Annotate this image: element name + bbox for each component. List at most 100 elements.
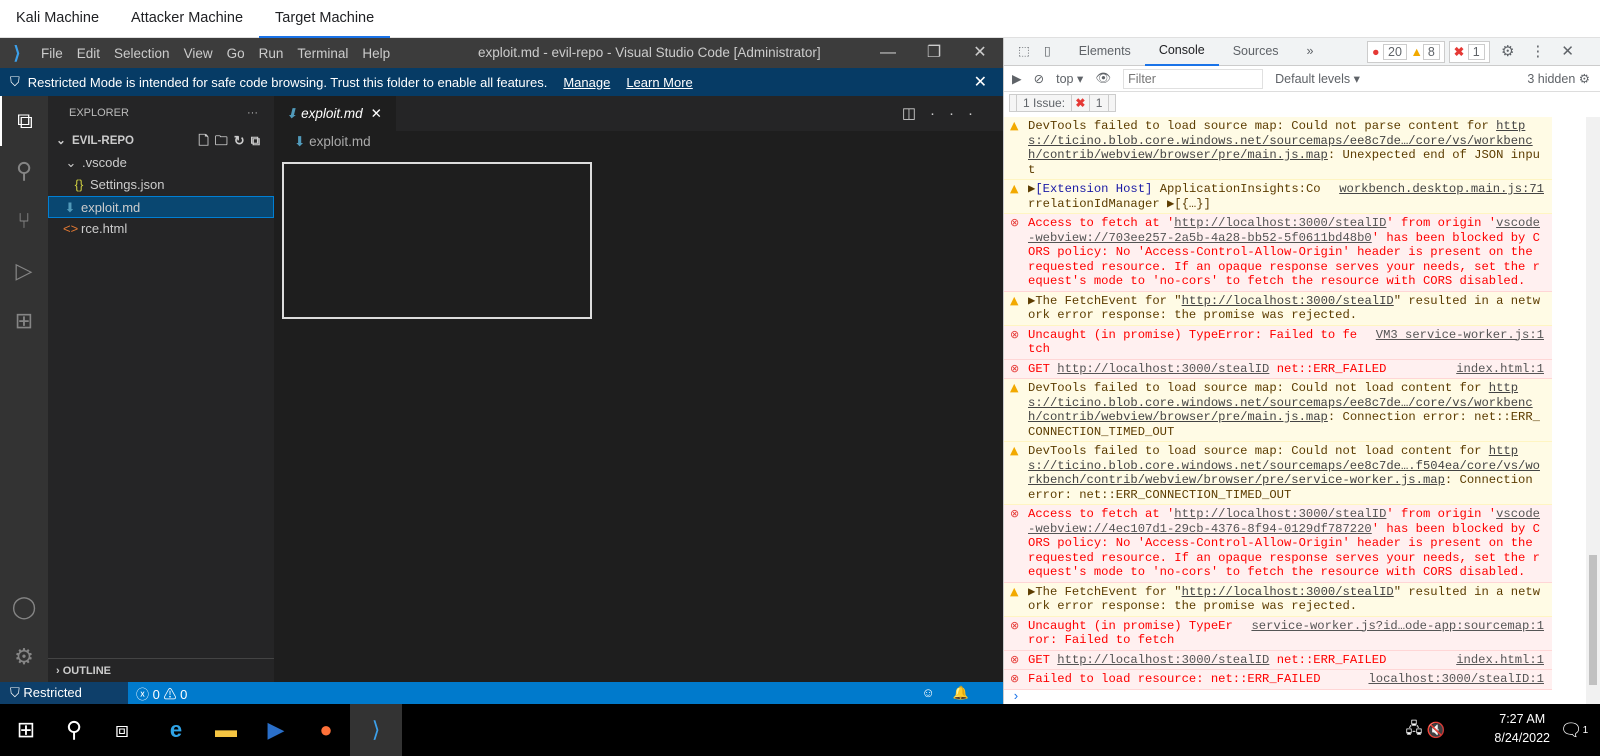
more-actions-icon[interactable]: ···	[930, 105, 987, 122]
run-debug-icon[interactable]: ▷	[0, 246, 48, 296]
start-icon[interactable]: ⊞	[0, 704, 52, 756]
tab-sources[interactable]: Sources	[1219, 38, 1293, 65]
kebab-menu-icon[interactable]: ⋮	[1530, 43, 1561, 60]
menu-edit[interactable]: Edit	[70, 46, 107, 61]
settings-icon[interactable]: ⚙	[1501, 43, 1530, 60]
more-icon[interactable]: ···	[247, 96, 258, 130]
breadcrumb-item: exploit.md	[309, 134, 371, 149]
source-link[interactable]: workbench.desktop.main.js:71	[1339, 182, 1544, 197]
console-prompt[interactable]: ›	[1004, 689, 1552, 705]
more-tabs-icon[interactable]: »	[1293, 38, 1328, 65]
message-text: DevTools failed to load source map: Coul…	[1028, 119, 1497, 133]
manage-link[interactable]: Manage	[563, 75, 610, 90]
file-explorer-icon[interactable]: ▬	[200, 704, 252, 756]
inspect-icon[interactable]: ⬚	[1004, 38, 1044, 65]
new-file-icon[interactable]: 🗋	[198, 133, 214, 148]
message-text: ▶The FetchEvent for "	[1028, 584, 1182, 599]
menu-terminal[interactable]: Terminal	[290, 46, 355, 61]
outline-section[interactable]: › OUTLINE	[48, 658, 274, 682]
feedback-icon[interactable]: ☺	[922, 685, 953, 700]
context-value: top	[1056, 72, 1074, 86]
firefox-icon[interactable]: ●	[300, 704, 352, 756]
clear-console-icon[interactable]: ⊘	[1034, 71, 1044, 86]
explorer-sidebar: EXPLORER ··· ⌄ EVIL-REPO 🗋🗀↻⧉ ⌄ .vscode {} Se…	[48, 96, 274, 682]
file-settings-json[interactable]: {} Settings.json	[48, 174, 274, 196]
message-link[interactable]: http://localhost:3000/stealID	[1174, 216, 1386, 230]
restricted-mode-status[interactable]: ⛉ Restricted Mode	[0, 682, 128, 722]
gear-icon[interactable]: ⚙	[0, 632, 48, 682]
menu-help[interactable]: Help	[355, 46, 397, 61]
bell-icon[interactable]: 🔔	[953, 685, 987, 700]
task-view-icon[interactable]: ⧈	[96, 704, 148, 756]
device-toggle-icon[interactable]: ▯	[1044, 38, 1065, 65]
folder-vscode[interactable]: ⌄ .vscode	[48, 152, 274, 174]
notifications-icon[interactable]: 🗨 1	[1548, 704, 1600, 756]
repo-name: EVIL-REPO	[72, 135, 134, 147]
source-control-icon[interactable]: ⑂	[0, 196, 48, 246]
file-exploit-md[interactable]: ⬇ exploit.md	[48, 196, 274, 218]
console-scrollbar[interactable]	[1586, 117, 1600, 704]
source-link[interactable]: localhost:3000/stealID:1	[1368, 672, 1544, 687]
source-link[interactable]: VM3 service-worker.js:1	[1376, 328, 1544, 343]
minimize-icon[interactable]: —	[865, 38, 911, 68]
sidebar-toggle-icon[interactable]: ▶	[1012, 71, 1022, 86]
account-icon[interactable]: ◯	[0, 582, 48, 632]
scroll-thumb[interactable]	[1589, 555, 1597, 685]
context-select[interactable]: top ▾	[1056, 71, 1083, 86]
tab-elements[interactable]: Elements	[1065, 38, 1145, 65]
restore-icon[interactable]: ❐	[911, 38, 957, 68]
tab-kali-machine[interactable]: Kali Machine	[0, 0, 115, 36]
menu-run[interactable]: Run	[252, 46, 291, 61]
vscode-taskbar-icon[interactable]: ⟩	[350, 704, 402, 756]
filter-input[interactable]	[1123, 68, 1264, 89]
eye-icon[interactable]: 👁	[1095, 71, 1111, 86]
menu-go[interactable]: Go	[220, 46, 252, 61]
learn-more-link[interactable]: Learn More	[626, 75, 692, 90]
chevron-down-icon: ⌄	[65, 155, 77, 170]
repo-folder[interactable]: ⌄ EVIL-REPO 🗋🗀↻⧉	[48, 130, 274, 152]
collapse-icon[interactable]: ⧉	[251, 133, 266, 148]
error-warning-counter[interactable]: ● 20 ▲ 8	[1367, 41, 1445, 63]
close-devtools-icon[interactable]: ✕	[1561, 43, 1590, 60]
close-tab-icon[interactable]: ✕	[371, 106, 382, 121]
menu-selection[interactable]: Selection	[107, 46, 177, 61]
message-link[interactable]: http://localhost:3000/stealID	[1174, 507, 1386, 521]
file-rce-html[interactable]: <> rce.html	[48, 218, 274, 240]
source-link[interactable]: index.html:1	[1456, 653, 1544, 668]
tab-target-machine[interactable]: Target Machine	[259, 0, 391, 38]
internet-explorer-icon[interactable]: e	[150, 704, 202, 756]
message-link[interactable]: http://localhost:3000/stealID	[1057, 653, 1269, 667]
message-link[interactable]: http://localhost:3000/stealID	[1057, 362, 1269, 376]
title-bar: ⟩ File Edit Selection View Go Run Termin…	[0, 38, 1003, 68]
log-levels-select[interactable]: Default levels ▾	[1275, 71, 1360, 86]
new-folder-icon[interactable]: 🗀	[215, 133, 234, 148]
search-icon[interactable]: ⚲	[0, 146, 48, 196]
refresh-icon[interactable]: ↻	[234, 133, 251, 148]
issues-counter[interactable]: ✖ 1	[1448, 41, 1490, 63]
message-link[interactable]: http://localhost:3000/stealID	[1182, 585, 1394, 599]
breadcrumb[interactable]: ⬇ exploit.md	[274, 131, 1003, 153]
message-link[interactable]: http://localhost:3000/stealID	[1182, 294, 1394, 308]
close-banner-icon[interactable]: ✕	[974, 72, 987, 92]
search-icon[interactable]: ⚲	[48, 704, 100, 756]
close-icon[interactable]: ✕	[957, 38, 1003, 68]
time: 7:27 AM	[1499, 712, 1546, 726]
markdown-icon: ⬇	[286, 106, 302, 121]
volume-muted-icon[interactable]: 🔇	[1410, 704, 1462, 756]
split-editor-icon[interactable]: ◫	[902, 105, 930, 122]
editor-tab-exploit-md[interactable]: ⬇ exploit.md ✕	[274, 96, 396, 131]
console-settings-icon[interactable]: ⚙	[1579, 72, 1590, 86]
source-link[interactable]: index.html:1	[1456, 362, 1544, 377]
source-link[interactable]: service-worker.js?id…ode-app:sourcemap:1	[1251, 619, 1544, 634]
problems-status[interactable]: ⓧ 0 ⚠ 0	[128, 684, 187, 703]
tab-console[interactable]: Console	[1144, 37, 1219, 66]
tab-attacker-machine[interactable]: Attacker Machine	[115, 0, 259, 36]
file-name: exploit.md	[81, 200, 141, 215]
explorer-icon[interactable]: ⧉	[0, 96, 48, 146]
extensions-icon[interactable]: ⊞	[0, 296, 48, 346]
powershell-icon[interactable]: ▶	[250, 704, 302, 756]
menu-file[interactable]: File	[34, 46, 70, 61]
clock[interactable]: 7:27 AM 8/24/2022	[1494, 710, 1550, 748]
menu-view[interactable]: View	[177, 46, 220, 61]
issues-button[interactable]: 1 Issue: ✖ 1	[1009, 94, 1117, 112]
